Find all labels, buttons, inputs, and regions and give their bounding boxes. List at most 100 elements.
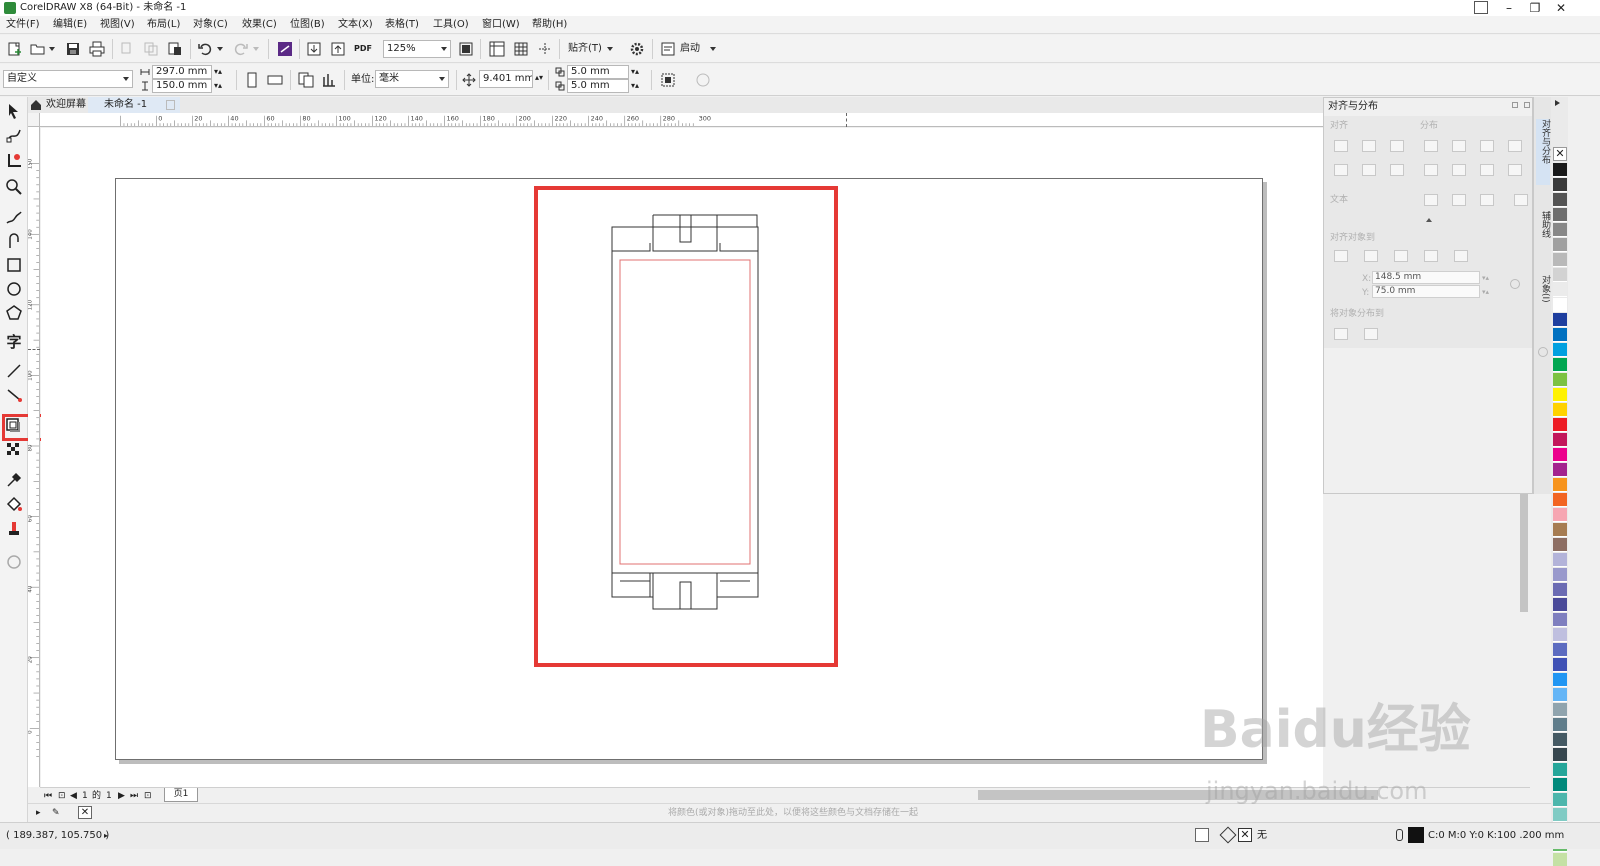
launch-menu[interactable]: 启动 — [680, 42, 700, 56]
minimize-button[interactable]: – — [1496, 0, 1522, 16]
palette-swatch[interactable] — [1553, 448, 1567, 462]
transparency-tool-icon[interactable] — [5, 441, 23, 459]
palette-swatch[interactable] — [1553, 808, 1567, 822]
pick-tool-icon[interactable] — [5, 102, 23, 120]
duplicate-x-field[interactable]: 5.0 mm — [567, 65, 629, 79]
palette-swatch[interactable] — [1553, 313, 1567, 327]
palette-swatch[interactable] — [1553, 853, 1567, 866]
all-pages-icon[interactable] — [298, 72, 314, 88]
interactive-fill-tool-icon[interactable] — [5, 495, 23, 513]
menu-text[interactable]: 文本(X) — [338, 18, 373, 32]
palette-menu-icon[interactable] — [1555, 100, 1560, 106]
doc-palette-no-color-icon[interactable]: ✕ — [78, 806, 92, 819]
palette-swatch[interactable] — [1553, 223, 1567, 237]
palette-swatch[interactable] — [1553, 718, 1567, 732]
vertical-ruler[interactable]: 150 140 120 100 80 60 40 20 0 — [28, 127, 40, 787]
distribute-center-v-icon[interactable] — [1452, 164, 1466, 176]
show-grid-icon[interactable] — [513, 41, 529, 57]
docker-close-icon[interactable] — [1524, 102, 1530, 108]
palette-swatch[interactable] — [1553, 613, 1567, 627]
launch-icon[interactable] — [660, 41, 676, 57]
align-top-icon[interactable] — [1334, 164, 1348, 176]
copy-icon[interactable] — [143, 41, 159, 57]
redo-icon[interactable] — [233, 41, 249, 57]
menu-help[interactable]: 帮助(H) — [532, 18, 567, 32]
paste-icon[interactable] — [167, 41, 183, 57]
text-tool-icon[interactable]: 字 — [5, 333, 23, 351]
open-dropdown-icon[interactable] — [49, 47, 55, 51]
palette-swatch[interactable] — [1553, 748, 1567, 762]
palette-swatch[interactable] — [1553, 418, 1567, 432]
tab-close-icon[interactable] — [166, 100, 175, 110]
smart-drawing-tool-icon[interactable] — [5, 232, 23, 250]
undo-dropdown-icon[interactable] — [217, 47, 223, 51]
account-icon[interactable] — [1474, 1, 1488, 14]
palette-swatch[interactable] — [1553, 253, 1567, 267]
palette-swatch[interactable] — [1553, 388, 1567, 402]
menu-bitmaps[interactable]: 位图(B) — [290, 18, 325, 32]
align-center-h-icon[interactable] — [1362, 140, 1376, 152]
palette-swatch[interactable] — [1553, 283, 1567, 297]
units-combo[interactable]: 毫米 — [375, 70, 449, 88]
vertical-scroll-thumb[interactable] — [1520, 494, 1528, 612]
x-position-spinner[interactable]: ▾▴ — [1482, 271, 1489, 285]
palette-swatch[interactable] — [1553, 508, 1567, 522]
last-page-button[interactable]: ⏭ — [130, 789, 138, 803]
palette-swatch[interactable] — [1553, 358, 1567, 372]
page-height-spinner[interactable]: ▾▴ — [214, 79, 222, 93]
new-document-icon[interactable] — [6, 41, 22, 57]
palette-swatch[interactable] — [1553, 433, 1567, 447]
palette-swatch[interactable] — [1553, 268, 1567, 282]
palette-swatch[interactable] — [1553, 343, 1567, 357]
treat-as-filled-icon[interactable] — [660, 72, 676, 88]
portrait-icon[interactable] — [244, 72, 260, 88]
snap-dropdown-icon[interactable] — [607, 47, 613, 51]
cut-icon[interactable] — [119, 41, 135, 57]
add-page-before-button[interactable]: ⊡ — [58, 789, 66, 803]
palette-swatch[interactable] — [1553, 628, 1567, 642]
snap-to-menu[interactable]: 贴齐(T) — [568, 42, 602, 56]
close-button[interactable]: ✕ — [1548, 0, 1574, 16]
nudge-distance-spinner[interactable]: ▴▾ — [535, 71, 543, 85]
ellipse-tool-icon[interactable] — [5, 280, 23, 298]
palette-swatch[interactable] — [1553, 538, 1567, 552]
palette-swatch[interactable] — [1553, 673, 1567, 687]
distribute-spacing-h-icon[interactable] — [1480, 140, 1494, 152]
palette-swatch[interactable] — [1553, 793, 1567, 807]
distribute-left-icon[interactable] — [1424, 140, 1438, 152]
menu-edit[interactable]: 编辑(E) — [53, 18, 87, 32]
palette-swatch[interactable] — [1553, 478, 1567, 492]
docker-tab-objects[interactable]: 对象(I) — [1536, 275, 1550, 317]
align-to-active-object-icon[interactable] — [1334, 250, 1348, 262]
align-left-icon[interactable] — [1334, 140, 1348, 152]
y-position-spinner[interactable]: ▾▴ — [1482, 285, 1489, 299]
palette-swatch[interactable] — [1553, 568, 1567, 582]
launch-dropdown-icon[interactable] — [710, 47, 716, 51]
distribute-top-icon[interactable] — [1424, 164, 1438, 176]
x-position-field[interactable]: 148.5 mm — [1372, 271, 1480, 284]
shape-tool-icon[interactable] — [5, 126, 23, 144]
palette-swatch[interactable] — [1553, 193, 1567, 207]
lock-ratio-icon[interactable] — [695, 72, 711, 88]
docker-tab-align[interactable]: 对齐与分布 — [1536, 119, 1550, 185]
page-preset-combo[interactable]: 自定义 — [3, 70, 133, 88]
zoom-tool-icon[interactable] — [5, 178, 23, 196]
duplicate-x-spinner[interactable]: ▾▴ — [631, 65, 639, 79]
palette-swatch[interactable] — [1553, 703, 1567, 717]
text-outline-icon[interactable] — [1514, 194, 1528, 206]
docker-float-icon[interactable] — [1512, 102, 1518, 108]
crop-tool-icon[interactable] — [5, 152, 23, 170]
outline-color-swatch[interactable] — [1408, 827, 1424, 843]
page-height-field[interactable]: 150.0 mm — [152, 79, 212, 93]
next-page-button[interactable]: ▶ — [118, 789, 125, 803]
palette-swatch[interactable] — [1553, 778, 1567, 792]
menu-tools[interactable]: 工具(O) — [433, 18, 469, 32]
gear-icon[interactable] — [629, 41, 645, 57]
eyedropper-tool-icon[interactable] — [5, 471, 23, 489]
zoom-level-combo[interactable]: 125% — [383, 40, 451, 58]
palette-swatch[interactable] — [1553, 373, 1567, 387]
print-icon[interactable] — [89, 41, 105, 57]
ruler-origin[interactable] — [28, 113, 40, 127]
palette-swatch[interactable] — [1553, 403, 1567, 417]
export-icon[interactable] — [330, 41, 346, 57]
